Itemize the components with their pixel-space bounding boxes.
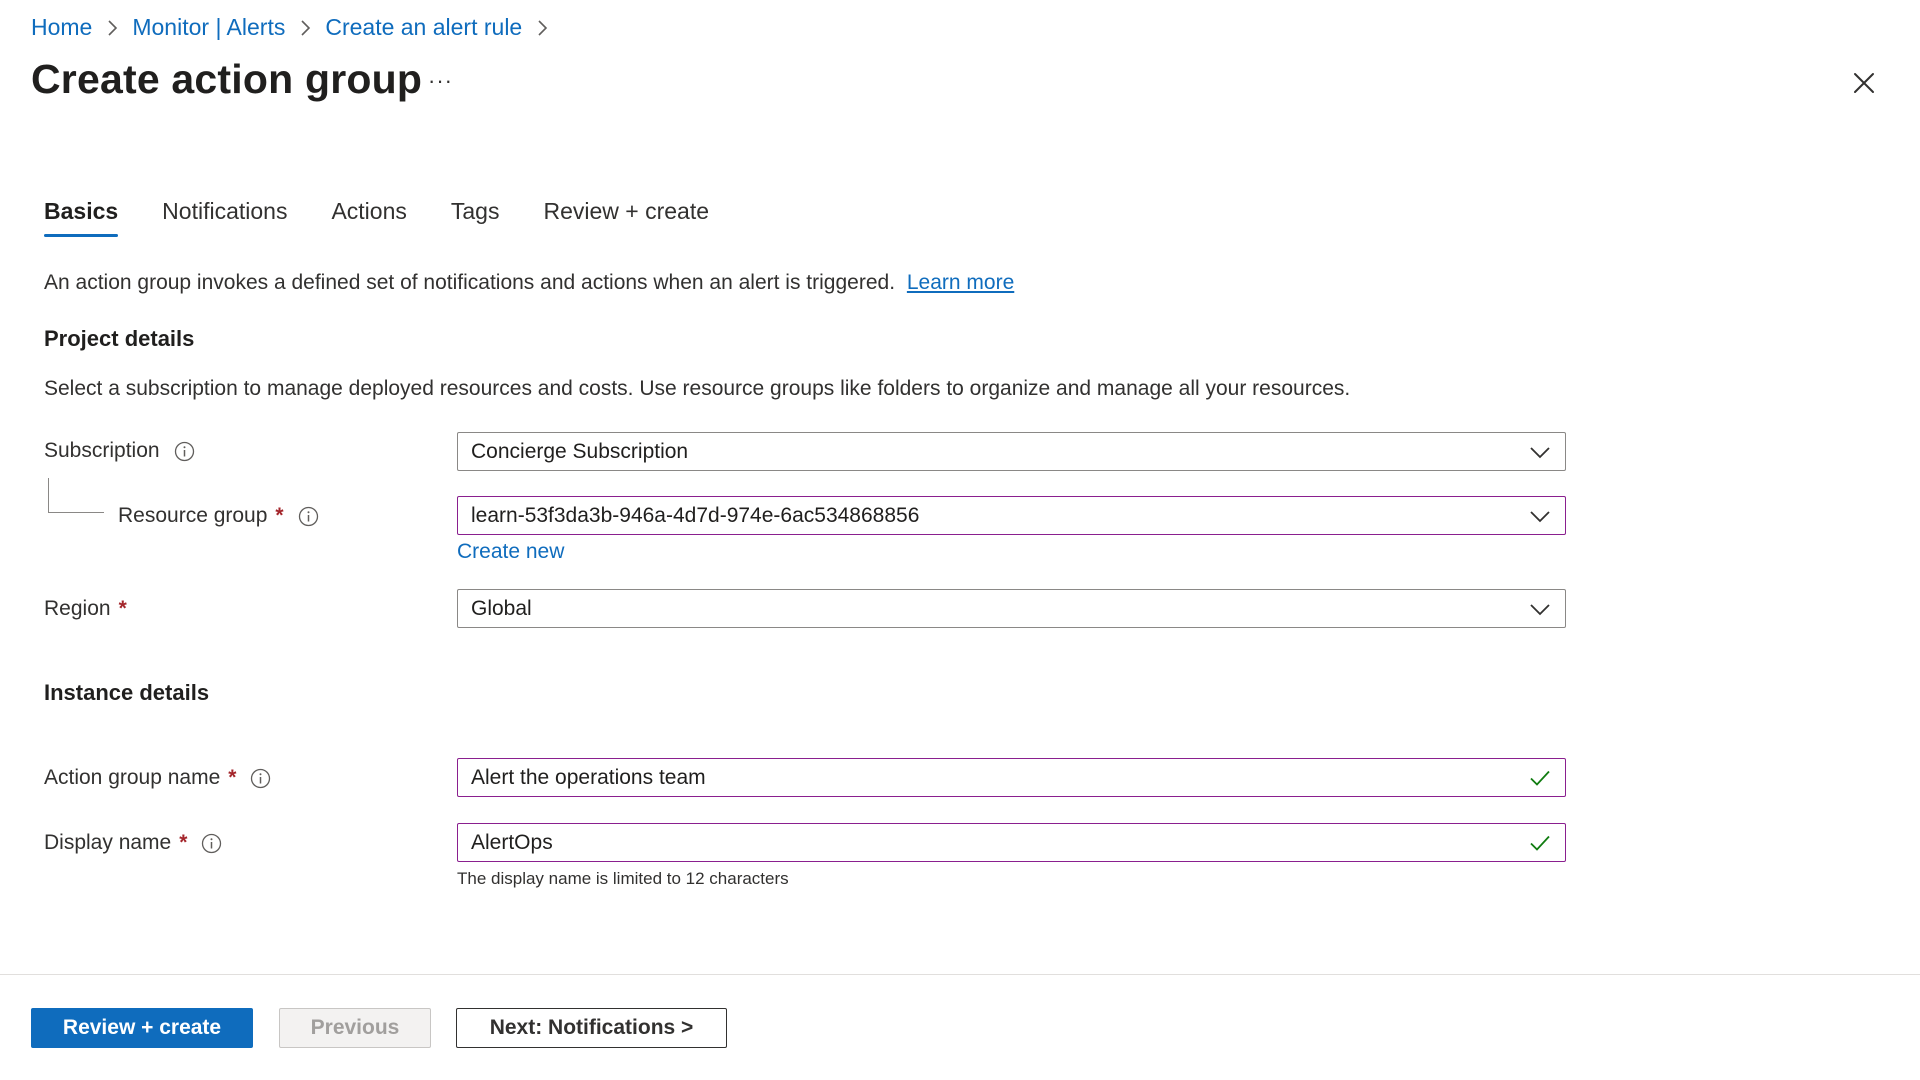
- required-marker: *: [228, 766, 237, 789]
- action-group-name-label-row: Action group name *: [44, 766, 271, 790]
- tab-basics[interactable]: Basics: [44, 198, 119, 237]
- close-icon[interactable]: [1849, 68, 1879, 98]
- region-label-row: Region *: [44, 597, 127, 621]
- chevron-down-icon: [1528, 440, 1552, 464]
- breadcrumb-monitor-alerts[interactable]: Monitor | Alerts: [132, 14, 285, 41]
- info-icon[interactable]: [174, 441, 195, 462]
- display-name-label-row: Display name *: [44, 831, 222, 855]
- region-dropdown[interactable]: Global: [457, 589, 1566, 628]
- subscription-label-row: Subscription: [44, 439, 195, 463]
- intro-text: An action group invokes a defined set of…: [44, 271, 896, 294]
- subscription-label: Subscription: [44, 439, 160, 462]
- display-name-input[interactable]: AlertOps: [457, 823, 1566, 862]
- breadcrumb: Home Monitor | Alerts Create an alert ru…: [31, 14, 562, 41]
- region-value: Global: [471, 596, 532, 620]
- breadcrumb-home[interactable]: Home: [31, 14, 92, 41]
- project-details-heading: Project details: [44, 326, 195, 351]
- tab-notifications[interactable]: Notifications: [162, 198, 287, 237]
- tab-bar: Basics Notifications Actions Tags Review…: [44, 198, 753, 237]
- action-group-name-label: Action group name: [44, 766, 221, 789]
- chevron-right-icon: [106, 19, 118, 37]
- checkmark-icon: [1528, 831, 1552, 855]
- resource-group-label: Resource group: [118, 504, 268, 527]
- review-create-button[interactable]: Review + create: [31, 1008, 253, 1048]
- page-title: Create action group: [31, 56, 423, 102]
- info-icon[interactable]: [250, 768, 271, 789]
- breadcrumb-create-alert-rule[interactable]: Create an alert rule: [325, 14, 522, 41]
- required-marker: *: [275, 504, 284, 527]
- chevron-down-icon: [1528, 504, 1552, 528]
- display-name-hint: The display name is limited to 12 charac…: [457, 869, 789, 888]
- instance-details-heading: Instance details: [44, 680, 210, 705]
- intro-text-row: An action group invokes a defined set of…: [44, 271, 1014, 295]
- checkmark-icon: [1528, 766, 1552, 790]
- required-marker: *: [118, 597, 127, 620]
- tab-review-create[interactable]: Review + create: [543, 198, 709, 237]
- tab-tags[interactable]: Tags: [451, 198, 500, 237]
- tab-actions[interactable]: Actions: [331, 198, 406, 237]
- subscription-dropdown[interactable]: Concierge Subscription: [457, 432, 1566, 471]
- create-new-resource-group-link[interactable]: Create new: [457, 540, 564, 564]
- info-icon[interactable]: [201, 833, 222, 854]
- display-name-label: Display name: [44, 831, 172, 854]
- subscription-value: Concierge Subscription: [471, 439, 689, 463]
- chevron-right-icon: [299, 19, 311, 37]
- resource-group-dropdown[interactable]: learn-53f3da3b-946a-4d7d-974e-6ac5348688…: [457, 496, 1566, 535]
- project-details-description: Select a subscription to manage deployed…: [44, 377, 1351, 400]
- resource-group-value: learn-53f3da3b-946a-4d7d-974e-6ac5348688…: [471, 503, 920, 527]
- info-icon[interactable]: [298, 506, 319, 527]
- action-group-name-value: Alert the operations team: [471, 765, 706, 789]
- display-name-value: AlertOps: [471, 830, 553, 854]
- tree-connector: [48, 478, 104, 513]
- required-marker: *: [179, 831, 188, 854]
- resource-group-label-row: Resource group *: [118, 504, 319, 528]
- next-notifications-button[interactable]: Next: Notifications >: [456, 1008, 727, 1048]
- chevron-right-icon: [536, 19, 548, 37]
- learn-more-link[interactable]: Learn more: [907, 271, 1014, 294]
- chevron-down-icon: [1528, 597, 1552, 621]
- previous-button: Previous: [279, 1008, 431, 1048]
- footer-divider: [0, 974, 1920, 975]
- region-label: Region: [44, 597, 111, 620]
- more-options-icon[interactable]: ···: [428, 68, 453, 94]
- action-group-name-input[interactable]: Alert the operations team: [457, 758, 1566, 797]
